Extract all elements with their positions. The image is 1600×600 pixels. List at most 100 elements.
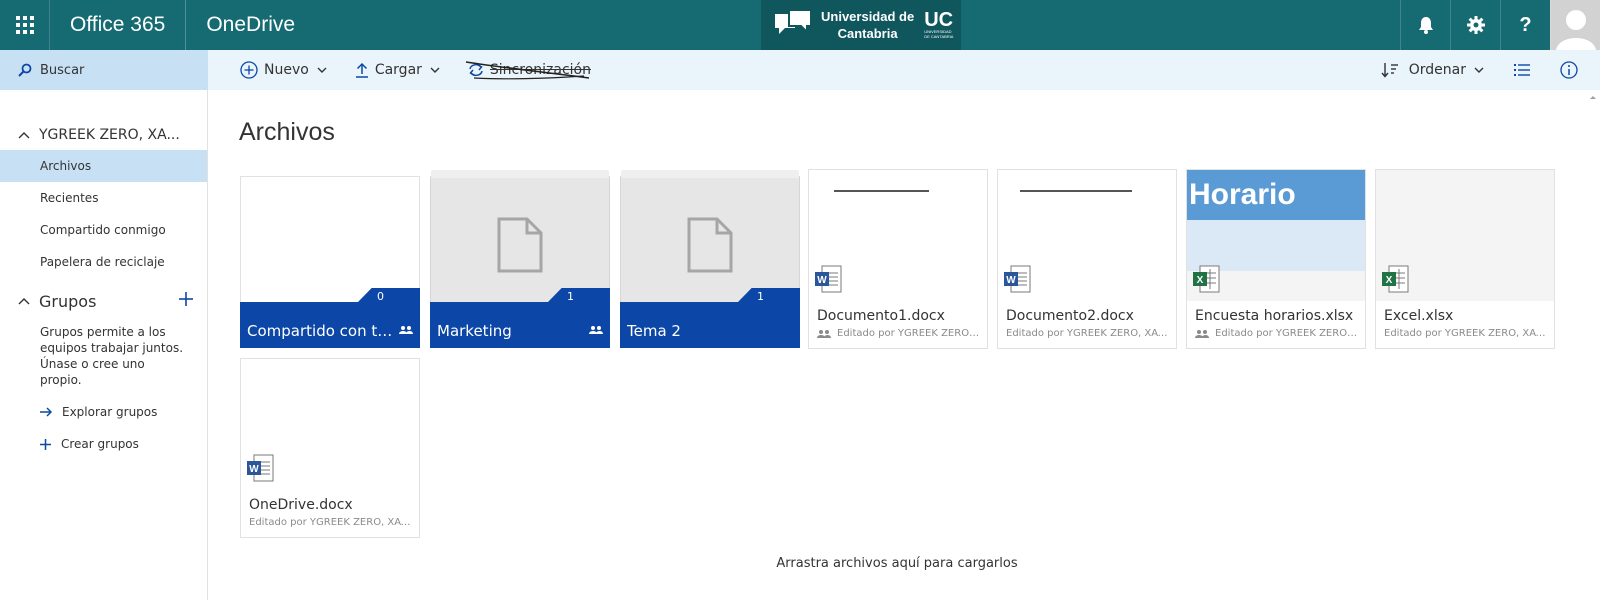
excel-file-icon: X: [1382, 265, 1409, 293]
thumbnail-title: Horario: [1187, 170, 1365, 220]
excel-file-icon: X: [1193, 265, 1220, 293]
app-launcher-button[interactable]: [0, 0, 50, 50]
add-circle-icon: [240, 61, 258, 79]
groups-header[interactable]: Grupos: [0, 286, 207, 316]
bell-icon: [1418, 17, 1433, 34]
file-tile[interactable]: X Excel.xlsx Editado por YGREEK ZERO, XA…: [1375, 169, 1555, 349]
suite-bar: Office 365 OneDrive Universidad de Canta…: [0, 0, 1600, 50]
explore-groups-label: Explorar grupos: [62, 405, 158, 419]
file-tile[interactable]: Horario X Encuesta horarios.xlsx Editado…: [1186, 169, 1366, 349]
upload-button[interactable]: Cargar: [341, 50, 454, 90]
thumb-text-line: [1020, 190, 1132, 192]
plus-icon: [40, 438, 51, 450]
command-bar-right: Ordenar: [1367, 50, 1600, 90]
nav-item-recientes[interactable]: Recientes: [0, 182, 207, 214]
file-name: OneDrive.docx: [249, 497, 353, 513]
office365-link[interactable]: Office 365: [50, 0, 187, 50]
add-group-icon[interactable]: [179, 292, 193, 306]
scroll-up-icon: [1590, 96, 1596, 99]
groups-title: Grupos: [39, 291, 97, 311]
upload-label: Cargar: [374, 62, 422, 78]
search-box[interactable]: Buscar: [0, 50, 208, 90]
drop-zone-message: Arrastra archivos aquí para cargarlos: [776, 556, 1018, 571]
new-button[interactable]: Nuevo: [208, 50, 341, 90]
create-groups-link[interactable]: Crear grupos: [0, 428, 207, 460]
chevron-down-icon: [317, 67, 327, 73]
word-file-icon: W: [247, 454, 274, 482]
nav-item-compartido[interactable]: Compartido conmigo: [0, 214, 207, 246]
gear-icon: [1466, 16, 1485, 34]
document-placeholder-icon: [497, 217, 543, 273]
main-content: Archivos 0 Compartido con todos 1 Market…: [208, 90, 1586, 600]
file-name: Excel.xlsx: [1384, 308, 1454, 324]
search-label: Buscar: [40, 62, 85, 78]
folder-item-count: 1: [757, 290, 764, 303]
sync-button[interactable]: Sincronización: [454, 50, 605, 90]
help-button[interactable]: ?: [1500, 0, 1550, 50]
file-tile[interactable]: W Documento2.docx Editado por YGREEK ZER…: [997, 169, 1177, 349]
create-groups-label: Crear grupos: [61, 437, 139, 451]
sort-icon: [1381, 63, 1398, 78]
file-meta-text: Editado por YGREEK ZERO, XAVIER: [1215, 328, 1360, 339]
account-header[interactable]: YGREEK ZERO, XA...: [0, 120, 207, 150]
university-logo: Universidad de Cantabria UC UNIVERSIDAD …: [761, 0, 961, 50]
search-icon: [18, 63, 32, 77]
file-tile[interactable]: W OneDrive.docx Editado por YGREEK ZERO,…: [240, 358, 420, 538]
folder-item-count: 0: [377, 290, 384, 303]
folder-band: 1 Tema 2: [620, 288, 800, 348]
info-icon: [1560, 61, 1578, 79]
word-file-icon: W: [1004, 265, 1031, 293]
list-view-icon: [1514, 64, 1530, 76]
command-bar: Nuevo Cargar Sincronización Ordenar: [208, 50, 1600, 90]
file-meta: Editado por YGREEK ZERO, XAVIER: [817, 328, 982, 339]
page-title: Archivos: [239, 118, 335, 146]
university-name: Universidad de Cantabria: [821, 8, 914, 42]
file-tile[interactable]: W Documento1.docx Editado por YGREEK ZER…: [808, 169, 988, 349]
shared-people-icon: [589, 326, 603, 334]
chevron-up-icon: [18, 298, 30, 305]
folder-tile[interactable]: 0 Compartido con todos: [240, 176, 420, 348]
app-title[interactable]: OneDrive: [186, 0, 315, 50]
file-meta-text: Editado por YGREEK ZERO, XAVIER: [1384, 328, 1549, 339]
sort-button[interactable]: Ordenar: [1367, 50, 1498, 90]
nav-item-papelera[interactable]: Papelera de reciclaje: [0, 246, 207, 278]
folder-name: Tema 2: [627, 322, 681, 340]
account-name: YGREEK ZERO, XA...: [39, 127, 180, 143]
shared-people-icon: [817, 329, 831, 338]
scrollbar[interactable]: [1586, 90, 1600, 600]
upload-icon: [355, 62, 368, 78]
thumb-text-line: [834, 190, 929, 192]
chevron-up-icon: [18, 132, 30, 139]
suite-actions: ?: [1400, 0, 1600, 50]
uc-mark: UC UNIVERSIDAD DE CANTABRIA: [924, 9, 954, 39]
folder-name: Compartido con todos: [247, 322, 397, 340]
waffle-icon: [15, 16, 34, 34]
file-meta: Editado por YGREEK ZERO, XAVIER: [1006, 328, 1171, 339]
nav-item-archivos[interactable]: Archivos: [0, 150, 207, 182]
folder-tile[interactable]: 1 Marketing: [430, 170, 610, 348]
new-label: Nuevo: [264, 62, 309, 78]
university-name-line1: Universidad de: [821, 9, 915, 24]
file-name: Encuesta horarios.xlsx: [1195, 308, 1354, 324]
groups-description: Grupos permite a los equipos trabajar ju…: [40, 325, 184, 387]
file-meta: Editado por YGREEK ZERO, XAVIER: [1384, 328, 1549, 339]
folder-notch: [358, 288, 420, 302]
folder-tile[interactable]: 1 Tema 2: [620, 170, 800, 348]
info-button[interactable]: [1546, 50, 1600, 90]
avatar[interactable]: [1550, 0, 1600, 50]
file-name: Documento2.docx: [1006, 308, 1134, 324]
user-silhouette-icon: [1556, 10, 1596, 50]
folder-notch: [548, 288, 610, 302]
svg-text:W: W: [817, 275, 827, 286]
svg-text:X: X: [1197, 275, 1204, 286]
uc-mark-text: UC: [924, 9, 954, 31]
view-list-button[interactable]: [1498, 50, 1546, 90]
notifications-button[interactable]: [1400, 0, 1450, 50]
chevron-down-icon: [430, 67, 440, 73]
settings-button[interactable]: [1450, 0, 1500, 50]
word-file-icon: W: [815, 265, 842, 293]
explore-groups-link[interactable]: Explorar grupos: [0, 396, 207, 428]
file-name: Documento1.docx: [817, 308, 945, 324]
folder-band: 1 Marketing: [430, 288, 610, 348]
document-placeholder-icon: [687, 217, 733, 273]
